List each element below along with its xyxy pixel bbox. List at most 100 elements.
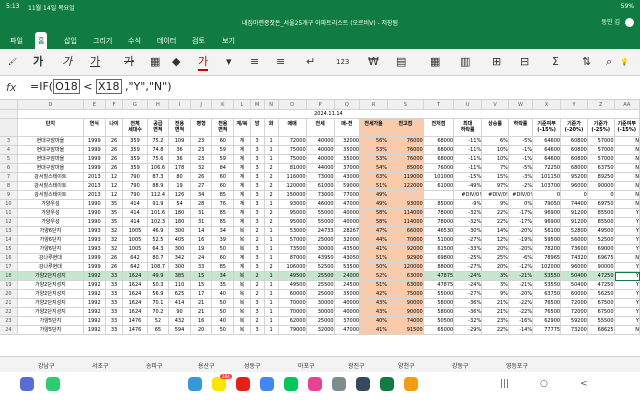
cell-L11[interactable]: 계: [234, 209, 251, 218]
cell-T24[interactable]: 65000: [423, 326, 455, 335]
cell-H17[interactable]: 108.7: [147, 263, 170, 272]
cell-M22[interactable]: 3: [250, 308, 265, 317]
more-icon[interactable]: ▾: [226, 55, 232, 69]
cell-L10[interactable]: 계: [234, 200, 251, 209]
cell-K24[interactable]: 50: [212, 326, 235, 335]
cell-P12[interactable]: 55000: [306, 218, 335, 227]
cell-G10[interactable]: 414: [123, 200, 148, 209]
cell-D13[interactable]: 가양6단지: [17, 227, 84, 236]
column-header-F[interactable]: F: [105, 100, 124, 110]
cell-F19[interactable]: 33: [105, 281, 124, 290]
cell-S11[interactable]: 114000: [388, 209, 424, 218]
user-name[interactable]: 동민 김: [602, 17, 620, 26]
cell-M15[interactable]: 3: [250, 245, 265, 254]
cell-X6[interactable]: 72250: [533, 164, 562, 173]
cell-AA20[interactable]: Y: [614, 290, 640, 299]
cell-Q11[interactable]: 40000: [334, 209, 361, 218]
cell-T19[interactable]: 47875: [423, 281, 455, 290]
cell-T3[interactable]: 68000: [423, 137, 455, 146]
chrome-icon[interactable]: [260, 377, 274, 391]
cell-N20[interactable]: 1: [264, 290, 279, 299]
gallery-icon[interactable]: [308, 377, 322, 391]
cell-D22[interactable]: 가양2단지성지: [17, 308, 84, 317]
cell-N13[interactable]: 1: [264, 227, 279, 236]
cell-X20[interactable]: 63750: [533, 290, 562, 299]
cell-T14[interactable]: 51000: [423, 236, 455, 245]
cell-G5[interactable]: 359: [123, 155, 148, 164]
cell-Q16[interactable]: 43050: [334, 254, 361, 263]
cell-T8[interactable]: 61000: [423, 182, 455, 191]
cell-W13[interactable]: -20%: [508, 227, 534, 236]
cell-U8[interactable]: -49%: [454, 182, 483, 191]
cell-K11[interactable]: 85: [212, 209, 235, 218]
cell-AA13[interactable]: Y: [614, 227, 640, 236]
cell-X21[interactable]: 76500: [533, 299, 562, 308]
tab-7[interactable]: 보기: [222, 36, 235, 46]
cell-K10[interactable]: 76: [212, 200, 235, 209]
cell-G6[interactable]: 359: [123, 164, 148, 173]
cell-Q3[interactable]: 32000: [334, 137, 361, 146]
cell-AA16[interactable]: N: [614, 254, 640, 263]
cell-N22[interactable]: 1: [264, 308, 279, 317]
cell-Q10[interactable]: 47000: [334, 200, 361, 209]
cell-E13[interactable]: 1993: [83, 227, 106, 236]
cell-E10[interactable]: 1990: [83, 200, 106, 209]
insert-icon[interactable]: ⊞: [492, 55, 501, 69]
cell-X11[interactable]: 96900: [533, 209, 562, 218]
cell-D21[interactable]: 가양2단지성지: [17, 299, 84, 308]
cell-Q19[interactable]: 24500: [334, 281, 361, 290]
lightbulb-icon[interactable]: 💡: [620, 55, 629, 69]
row-header-21[interactable]: 21: [0, 299, 18, 308]
cell-F18[interactable]: 33: [105, 272, 124, 281]
cell-P13[interactable]: 24733: [306, 227, 335, 236]
cell-X13[interactable]: 56100: [533, 227, 562, 236]
cell-G19[interactable]: 1624: [123, 281, 148, 290]
cell-E16[interactable]: 1999: [83, 254, 106, 263]
cell-X7[interactable]: 101150: [533, 173, 562, 182]
cell-V13[interactable]: 14%: [482, 227, 509, 236]
cell-G7[interactable]: 790: [123, 173, 148, 182]
cell-M20[interactable]: 2: [250, 290, 265, 299]
row-header-13[interactable]: 13: [0, 227, 18, 236]
cell-I22[interactable]: 90: [169, 308, 191, 317]
cell-V6[interactable]: 7%: [482, 164, 509, 173]
cell-H18[interactable]: 49.9: [147, 272, 170, 281]
cell-W6[interactable]: -5%: [508, 164, 534, 173]
cell-D15[interactable]: 가양6단지: [17, 245, 84, 254]
cell-P10[interactable]: 46000: [306, 200, 335, 209]
row-header-18[interactable]: 18: [0, 272, 18, 281]
cell-I10[interactable]: 54: [169, 200, 191, 209]
cell-H15[interactable]: 64.3: [147, 245, 170, 254]
cell-E4[interactable]: 1999: [83, 146, 106, 155]
cell-J22[interactable]: 21: [190, 308, 213, 317]
column-header-M[interactable]: M: [250, 100, 265, 110]
column-header-corner[interactable]: [0, 100, 18, 110]
sheet-tab-8[interactable]: 강동구: [452, 361, 469, 370]
cell-N8[interactable]: 2: [264, 182, 279, 191]
cell-M5[interactable]: 3: [250, 155, 265, 164]
cell-V16[interactable]: 25%: [482, 254, 509, 263]
cell-M12[interactable]: 3: [250, 218, 265, 227]
cell-AA3[interactable]: N: [614, 137, 640, 146]
cell-V4[interactable]: 10%: [482, 146, 509, 155]
cell-F10[interactable]: 35: [105, 200, 124, 209]
cell-O15[interactable]: 73500: [278, 245, 307, 254]
cell-S20[interactable]: 75000: [388, 290, 424, 299]
cell-N23[interactable]: 1: [264, 317, 279, 326]
fill-color-icon[interactable]: ◆: [172, 55, 180, 69]
row-header-2[interactable]: [0, 119, 18, 137]
cell-Z7[interactable]: 89250: [587, 173, 615, 182]
cell-P9[interactable]: 73000: [306, 191, 335, 200]
cell-Q23[interactable]: 37000: [334, 317, 361, 326]
row-header-11[interactable]: 11: [0, 209, 18, 218]
cell-Z19[interactable]: 47250: [587, 281, 615, 290]
cell-Y24[interactable]: 73200: [561, 326, 588, 335]
cell-P16[interactable]: 43950: [306, 254, 335, 263]
cell-X23[interactable]: 62900: [533, 317, 562, 326]
cell-P11[interactable]: 55000: [306, 209, 335, 218]
cell-Y6[interactable]: 68000: [561, 164, 588, 173]
cell-Q21[interactable]: 40000: [334, 299, 361, 308]
cell-S6[interactable]: 85000: [388, 164, 424, 173]
cell-F4[interactable]: 26: [105, 146, 124, 155]
notes-icon[interactable]: [404, 377, 418, 391]
